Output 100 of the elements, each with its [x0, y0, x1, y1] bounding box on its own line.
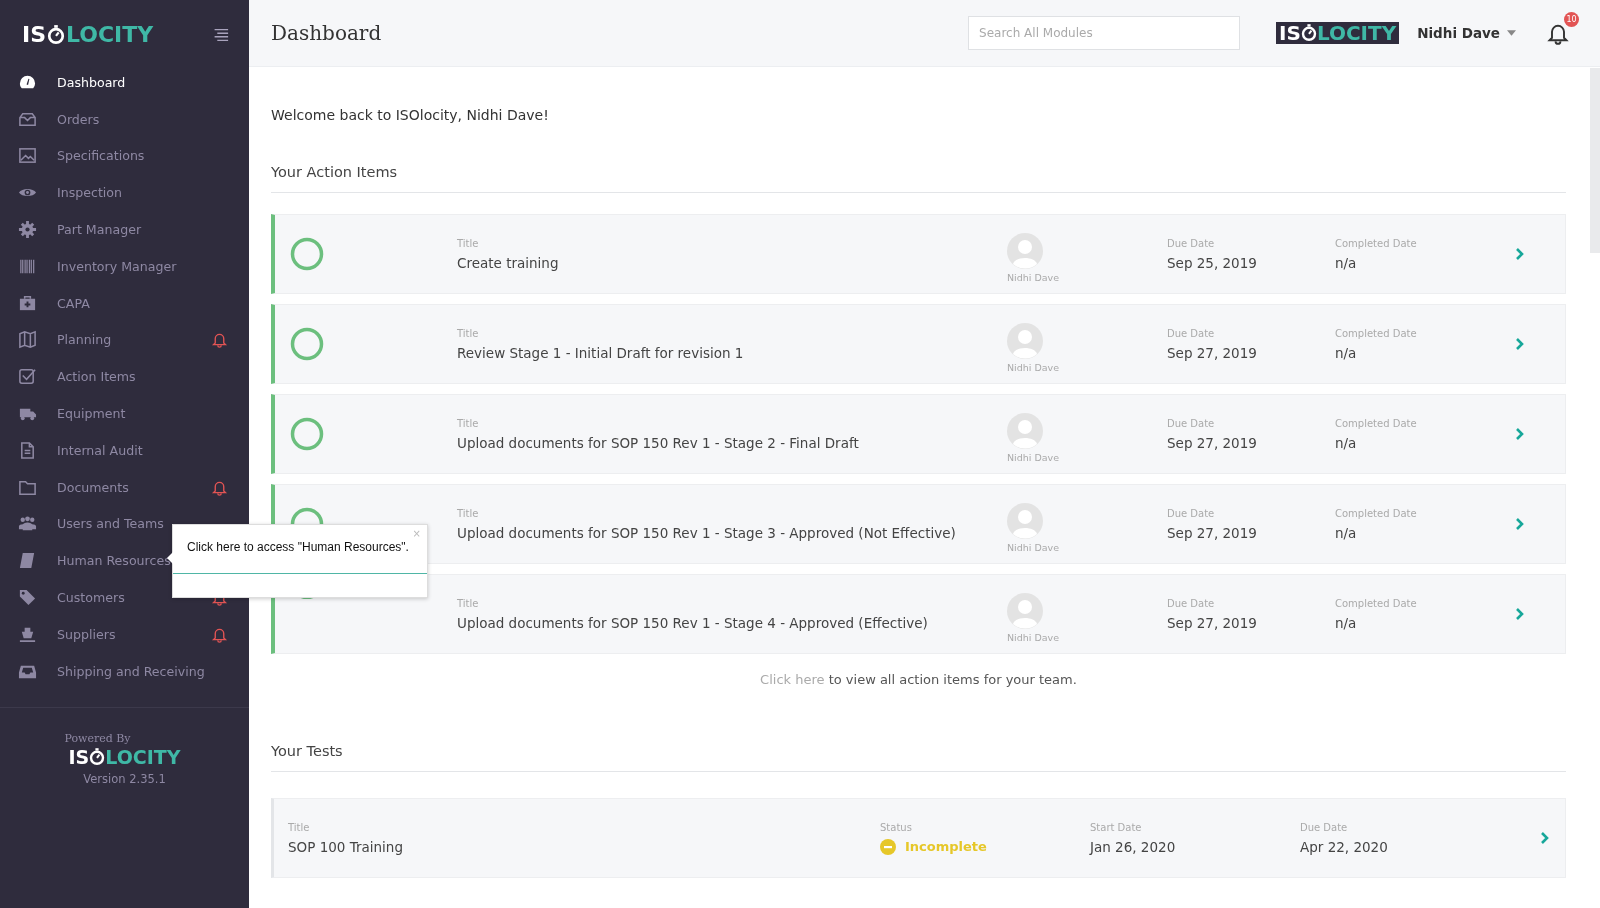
sidebar-item[interactable]: Dashboard	[0, 64, 249, 101]
chevron-right-icon[interactable]	[1515, 248, 1524, 260]
chevron-right-icon[interactable]	[1515, 518, 1524, 530]
logo: IS LOCITY	[22, 22, 154, 47]
action-item-card[interactable]: Title Upload documents for SOP 150 Rev 1 - Stage 4 - Approved (Effective) Nidhi Dave Due Date Sep 27, 2019 Completed Date n/a	[271, 574, 1566, 654]
sidebar-item[interactable]: Planning	[0, 321, 249, 359]
field-value: Jan 26, 2020	[1090, 838, 1177, 855]
image-icon	[18, 146, 37, 166]
page-title: Dashboard	[271, 21, 383, 45]
action-item-card[interactable]: Title Upload documents for SOP 150 Rev 1 - Stage 2 - Final Draft Nidhi Dave Due Date Sep 27, 2019 Completed Date n/a	[271, 394, 1566, 474]
map-icon	[18, 330, 37, 350]
document-icon	[18, 440, 37, 460]
field-value: Sep 27, 2019	[1167, 524, 1258, 541]
gear-icon	[18, 220, 37, 240]
search-field[interactable]: Search All Modules	[968, 16, 1241, 50]
action-item-card[interactable]: Title Create training Nidhi Dave Due Date Sep 25, 2019 Completed Date n/a	[271, 214, 1566, 294]
field-label: Title	[457, 237, 480, 249]
sidebar-item[interactable]: Orders	[0, 100, 249, 138]
notification-badge: 10	[1564, 12, 1579, 27]
field-value: Review Stage 1 - Initial Draft for revision 1	[457, 344, 745, 361]
field-label: Title	[288, 821, 311, 833]
field-label: Title	[457, 597, 480, 609]
field-value: Create training	[457, 254, 560, 271]
field-value: Sep 27, 2019	[1167, 344, 1258, 361]
powered-by-text: Powered By	[64, 731, 131, 745]
field-label: Title	[457, 507, 480, 519]
field-label: Due Date	[1167, 507, 1216, 519]
avatar-icon	[1007, 413, 1043, 449]
sidebar-item[interactable]: Internal Audit	[0, 431, 249, 469]
field-value: n/a	[1335, 524, 1358, 541]
section-heading: Your Action Items	[271, 164, 1566, 193]
avatar-icon	[1007, 323, 1043, 359]
sidebar-item[interactable]: Shipping and Receiving	[0, 652, 249, 690]
field-label: Title	[457, 417, 480, 429]
test-card[interactable]: Title SOP 100 Training Status Incomplete Start Date Jan 26, 2020 Due Date Apr 22, 2020	[271, 798, 1566, 878]
minus-circle-icon	[880, 838, 896, 855]
assignee-name: Nidhi Dave	[1007, 542, 1060, 553]
field-value: Apr 22, 2020	[1300, 838, 1389, 855]
chevron-right-icon[interactable]	[1515, 428, 1524, 440]
stopwatch-icon	[89, 747, 106, 766]
field-value: n/a	[1335, 344, 1358, 361]
section-heading: Your Tests	[271, 743, 1566, 772]
assignee-name: Nidhi Dave	[1007, 362, 1060, 373]
field-label: Status	[880, 821, 913, 833]
logo: IS LOCITY	[68, 745, 181, 768]
sidebar-item[interactable]: Customers	[0, 579, 249, 616]
sidebar-item[interactable]: Documents	[0, 468, 249, 506]
avatar-icon	[1007, 593, 1043, 629]
field-value: Sep 27, 2019	[1167, 434, 1258, 451]
version-text: Version 2.35.1	[83, 771, 166, 786]
field-value: n/a	[1335, 614, 1358, 631]
click-here-link[interactable]: Click here	[760, 672, 825, 687]
assignee-name: Nidhi Dave	[1007, 452, 1060, 463]
field-value: Sep 27, 2019	[1167, 614, 1258, 631]
field-label: Completed Date	[1335, 507, 1418, 519]
chevron-right-icon[interactable]	[1515, 338, 1524, 350]
field-value: Upload documents for SOP 150 Rev 1 - Stage 4 - Approved (Effective)	[457, 614, 929, 631]
field-value: n/a	[1335, 254, 1358, 271]
field-label: Due Date	[1167, 327, 1216, 339]
field-label: Title	[457, 327, 480, 339]
sidebar-item[interactable]: CAPA	[0, 284, 249, 322]
sidebar-item[interactable]: Action Items	[0, 358, 249, 396]
assignee-name: Nidhi Dave	[1007, 632, 1060, 643]
user-menu[interactable]: Nidhi Dave	[1417, 25, 1516, 41]
status-value: Incomplete	[880, 838, 1090, 855]
chevron-right-icon[interactable]	[1515, 608, 1524, 620]
checkbox-icon	[18, 367, 37, 387]
sidebar-item[interactable]: Part Manager	[0, 211, 249, 248]
field-label: Due Date	[1167, 237, 1216, 249]
field-label: Completed Date	[1335, 237, 1418, 249]
avatar-icon	[1007, 503, 1043, 539]
field-label: Completed Date	[1335, 327, 1418, 339]
sidebar-item[interactable]: Specifications	[0, 137, 249, 175]
field-label: Completed Date	[1335, 417, 1418, 429]
medkit-icon	[18, 293, 37, 313]
assignee-name: Nidhi Dave	[1007, 272, 1060, 283]
field-value: SOP 100 Training	[288, 838, 404, 855]
sidebar-item[interactable]: Inspection	[0, 174, 249, 212]
tag-icon	[18, 588, 37, 608]
logo: IS LOCITY	[1276, 22, 1400, 44]
field-label: Due Date	[1167, 417, 1216, 429]
caret-icon	[1507, 30, 1516, 36]
field-value: Upload documents for SOP 150 Rev 1 - Stage 3 - Approved (Not Effective)	[457, 524, 957, 541]
action-item-card[interactable]: Title Review Stage 1 - Initial Draft for revision 1 Nidhi Dave Due Date Sep 27, 2019 Completed Date n/a	[271, 304, 1566, 384]
welcome-text: Welcome back to ISOlocity, Nidhi Dave!	[271, 107, 550, 123]
chevron-right-icon[interactable]	[1540, 832, 1549, 844]
sidebar-item[interactable]: Users and Teams	[0, 505, 249, 543]
field-value: Upload documents for SOP 150 Rev 1 - Stage 2 - Final Draft	[457, 434, 860, 451]
field-label: Start Date	[1090, 821, 1143, 833]
field-label: Due Date	[1300, 821, 1349, 833]
sidebar-item[interactable]: Equipment	[0, 395, 249, 432]
field-value: Sep 25, 2019	[1167, 254, 1258, 271]
stopwatch-icon	[1300, 24, 1317, 42]
field-value: n/a	[1335, 434, 1358, 451]
avatar-icon	[1007, 233, 1043, 269]
sidebar-item[interactable]: Suppliers	[0, 615, 249, 653]
stopwatch-icon	[47, 24, 66, 45]
view-all-text: Click here to view all action items for your team.	[759, 672, 1078, 687]
field-label: Due Date	[1167, 597, 1216, 609]
sidebar-item[interactable]: Inventory Manager	[0, 248, 249, 285]
